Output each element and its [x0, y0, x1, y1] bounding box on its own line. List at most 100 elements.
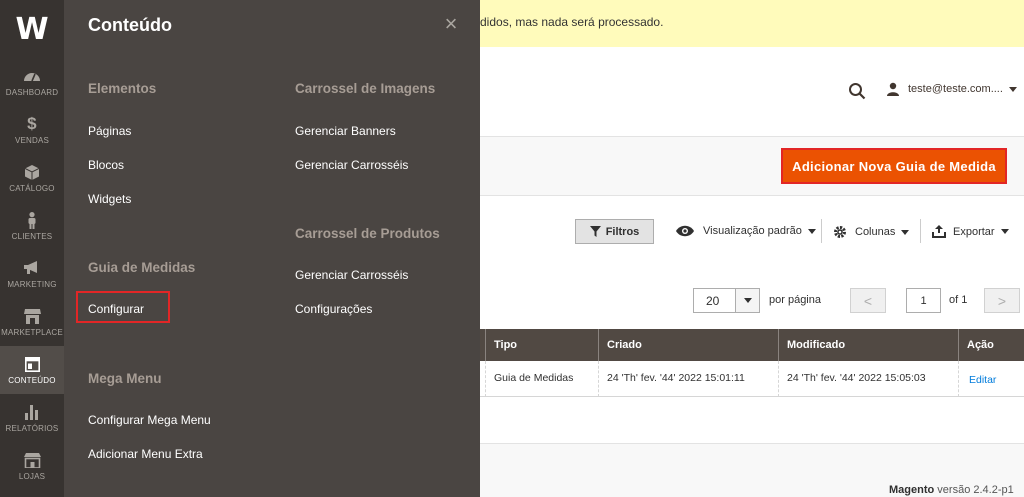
- submenu-link-adicionar-menu-extra[interactable]: Adicionar Menu Extra: [88, 447, 203, 461]
- submenu-link-widgets[interactable]: Widgets: [88, 192, 131, 206]
- page-number-value: 1: [920, 295, 927, 307]
- cube-icon: [23, 163, 41, 181]
- chevron-down-icon: [1000, 229, 1009, 234]
- submenu-link-gerenciar-carrosseis-imagens[interactable]: Gerenciar Carrosséis: [295, 158, 408, 172]
- gear-icon: [834, 226, 846, 238]
- submenu-link-paginas[interactable]: Páginas: [88, 124, 131, 138]
- logo-mark: W: [15, 11, 49, 47]
- cell-tipo: Guia de Medidas: [485, 361, 598, 397]
- user-icon: [886, 82, 900, 96]
- section-elementos-title: Elementos: [88, 81, 157, 96]
- eye-icon: [676, 225, 694, 237]
- nav-item-lojas[interactable]: LOJAS: [0, 442, 64, 490]
- export-control[interactable]: Exportar: [920, 219, 1009, 243]
- filters-button[interactable]: Filtros: [575, 219, 654, 244]
- column-header-modificado[interactable]: Modificado: [778, 329, 958, 361]
- nav-item-label: CATÁLOGO: [9, 184, 55, 193]
- nav-item-label: LOJAS: [18, 472, 46, 481]
- chevron-down-icon: [901, 229, 910, 235]
- export-label: Exportar: [953, 225, 995, 238]
- edit-link[interactable]: Editar: [958, 361, 1024, 397]
- submenu-link-gerenciar-banners[interactable]: Gerenciar Banners: [295, 124, 396, 138]
- person-icon: [23, 211, 41, 229]
- prev-page-button[interactable]: <: [850, 288, 886, 313]
- chevron-left-icon: <: [863, 292, 873, 309]
- chevron-down-icon: [1008, 86, 1017, 92]
- section-carrossel-produtos-title: Carrossel de Produtos: [295, 226, 440, 241]
- grid-header: Tipo Criado Modificado Ação: [480, 329, 1024, 361]
- columns-label: Colunas: [855, 226, 896, 238]
- megaphone-icon: [23, 259, 41, 277]
- column-header-tipo[interactable]: Tipo: [485, 329, 598, 361]
- submenu-link-configuracoes[interactable]: Configurações: [295, 302, 372, 316]
- version-info: Magento versão 2.4.2-p1: [889, 484, 1014, 496]
- user-menu[interactable]: teste@teste.com....: [886, 82, 1017, 96]
- cell-modificado: 24 'Th' fev. '44' 2022 15:05:03: [778, 361, 958, 397]
- column-header-label: Modificado: [787, 339, 846, 351]
- submenu-link-configurar-mega-menu[interactable]: Configurar Mega Menu: [88, 413, 211, 427]
- chevron-right-icon: >: [997, 292, 1007, 309]
- content-submenu: Conteúdo × Elementos Páginas Blocos Widg…: [64, 0, 480, 497]
- section-guia-title: Guia de Medidas: [88, 260, 196, 275]
- per-page-value: 20: [706, 294, 720, 308]
- submenu-link-configurar[interactable]: Configurar: [88, 302, 144, 316]
- nav-item-conteudo[interactable]: CONTEÚDO: [0, 346, 64, 394]
- nav-item-marketing[interactable]: MARKETING: [0, 250, 64, 298]
- close-icon[interactable]: ×: [441, 12, 461, 36]
- nav-item-label: RELATÓRIOS: [5, 424, 59, 433]
- filter-icon: [589, 226, 601, 237]
- bar-chart-icon: [23, 403, 41, 421]
- system-notice: didos, mas nada será processado.: [480, 0, 1024, 47]
- page-number-input[interactable]: 1: [906, 288, 941, 313]
- nav-item-relatorios[interactable]: RELATÓRIOS: [0, 394, 64, 442]
- layout-icon: [23, 355, 41, 373]
- columns-control[interactable]: Colunas: [821, 219, 910, 243]
- export-icon: [932, 225, 946, 238]
- add-size-guide-button[interactable]: Adicionar Nova Guia de Medida: [781, 148, 1007, 184]
- column-header-label: Criado: [607, 339, 642, 351]
- filters-label: Filtros: [605, 225, 640, 238]
- section-carrossel-imagens-title: Carrossel de Imagens: [295, 81, 436, 96]
- nav-item-dashboard[interactable]: DASHBOARD: [0, 58, 64, 106]
- add-size-guide-label: Adicionar Nova Guia de Medida: [792, 158, 996, 174]
- submenu-link-gerenciar-carrosseis-produtos[interactable]: Gerenciar Carrosséis: [295, 268, 408, 282]
- column-header-acao: Ação: [958, 329, 1024, 361]
- nav-item-marketplace[interactable]: MARKETPLACE: [0, 298, 64, 346]
- toolbar-divider: [821, 219, 822, 243]
- user-email: teste@teste.com....: [908, 83, 1003, 95]
- nav-item-label: MARKETPLACE: [1, 328, 63, 337]
- per-page-label: por página: [769, 294, 821, 306]
- chevron-down-icon: [735, 289, 759, 312]
- search-icon[interactable]: [848, 82, 866, 100]
- column-header-criado[interactable]: Criado: [598, 329, 778, 361]
- nav-item-label: CONTEÚDO: [8, 376, 56, 385]
- submenu-link-blocos[interactable]: Blocos: [88, 158, 124, 172]
- admin-nav: W DASHBOARD $ VENDAS CATÁLOGO CLIENTES M…: [0, 0, 64, 497]
- store-icon: [23, 307, 41, 325]
- table-row: Guia de Medidas 24 'Th' fev. '44' 2022 1…: [480, 361, 1024, 397]
- dashboard-icon: [23, 67, 41, 85]
- shop-icon: [23, 451, 41, 469]
- chevron-down-icon: [807, 228, 816, 234]
- toolbar-divider: [920, 219, 921, 243]
- nav-item-label: CLIENTES: [11, 232, 53, 241]
- nav-item-label: VENDAS: [14, 136, 50, 145]
- nav-item-label: DASHBOARD: [5, 88, 59, 97]
- logo[interactable]: W: [0, 0, 64, 58]
- per-page-select[interactable]: 20: [693, 288, 760, 313]
- cell-criado: 24 'Th' fev. '44' 2022 15:01:11: [598, 361, 778, 397]
- view-label: Visualização padrão: [703, 225, 802, 237]
- dollar-icon: $: [27, 114, 37, 133]
- section-mega-title: Mega Menu: [88, 371, 162, 386]
- nav-item-vendas[interactable]: $ VENDAS: [0, 106, 64, 154]
- page-count: of 1: [949, 294, 968, 306]
- notice-text: didos, mas nada será processado.: [480, 15, 664, 29]
- magento-brand: Magento: [889, 484, 935, 496]
- nav-item-clientes[interactable]: CLIENTES: [0, 202, 64, 250]
- column-header-label: Ação: [967, 339, 994, 351]
- view-switcher[interactable]: Visualização padrão: [676, 225, 816, 237]
- column-header-label: Tipo: [494, 339, 518, 351]
- next-page-button[interactable]: >: [984, 288, 1020, 313]
- nav-item-catalogo[interactable]: CATÁLOGO: [0, 154, 64, 202]
- version-text: versão 2.4.2-p1: [934, 484, 1014, 496]
